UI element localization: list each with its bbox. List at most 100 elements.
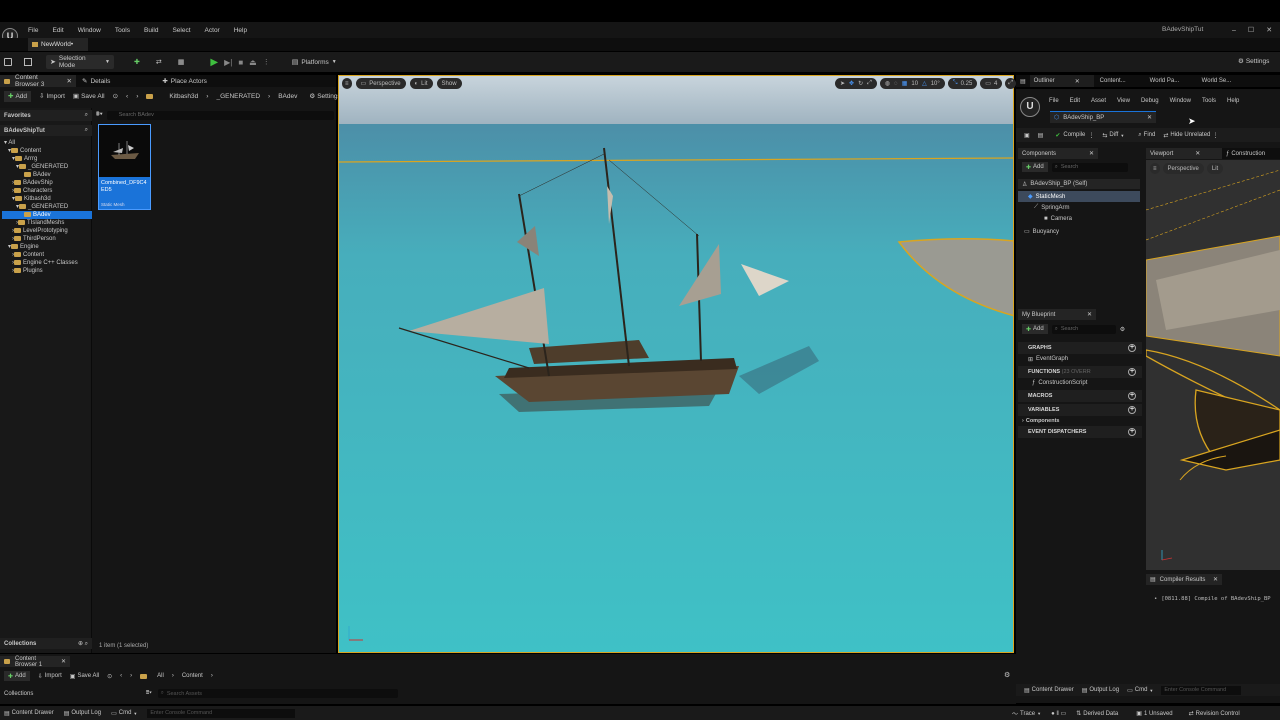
blueprint-icon[interactable]: ⇄ (156, 58, 162, 66)
add-component-button[interactable]: ✚ Add (1022, 162, 1048, 172)
save-icon[interactable] (4, 58, 12, 66)
save-icon[interactable]: ▣ (1024, 132, 1030, 139)
hide-unrelated-button[interactable]: ⇄ Hide Unrelated ⋮ (1163, 132, 1218, 139)
bp-logo[interactable]: U (1020, 97, 1040, 117)
section-variables[interactable]: VARIABLES + (1018, 404, 1142, 416)
tab-world-settings[interactable]: World Se... (1196, 78, 1244, 84)
close-icon[interactable]: ✕ (61, 658, 66, 665)
tab-viewport[interactable]: Viewport ✕ (1146, 148, 1222, 159)
asset-tile[interactable]: Combined_DF9C4ED5 Static Mesh (98, 124, 151, 210)
cinematics-icon[interactable]: ▦ (178, 58, 185, 66)
content-drawer-button[interactable]: ▤ Content Drawer (4, 710, 54, 717)
tree-item[interactable]: ▾ Kitbash3d (2, 195, 92, 203)
close-icon[interactable]: ✕ (1147, 114, 1152, 121)
member-search[interactable]: ⌕ Search (1051, 324, 1116, 334)
asset-search-input[interactable]: ⌕ Search Assets (157, 689, 398, 698)
tab-outliner[interactable]: Outliner ✕ (1029, 75, 1094, 87)
trace-button[interactable]: 〜 Trace ▼ (1012, 709, 1041, 719)
settings-button[interactable]: ⚙ Settings (1238, 57, 1269, 66)
compile-button[interactable]: ✔ Compile ⋮ (1055, 132, 1094, 139)
rotation-snap-value[interactable]: 10° (931, 81, 940, 87)
more-icon[interactable]: ⋮ (263, 58, 270, 66)
components-tab[interactable]: Components ✕ (1018, 148, 1098, 159)
browse-icon[interactable]: ▤ (1038, 132, 1044, 139)
bp-cmd-button[interactable]: ▭ Cmd ▼ (1127, 687, 1153, 694)
component-item-self[interactable]: ♙ BAdevShip_BP (Self) (1018, 179, 1140, 189)
eject-icon[interactable]: ⏏ (249, 58, 257, 67)
diff-button[interactable]: ⇆ Diff ▼ (1102, 132, 1124, 139)
menu-item[interactable]: File (28, 27, 38, 34)
search-icon[interactable]: ⌕ (85, 112, 88, 119)
menu-item[interactable]: Edit (52, 27, 63, 34)
unsaved-button[interactable]: ▣ 1 Unsaved (1136, 710, 1172, 718)
grid-snap-value[interactable]: 10 (911, 81, 918, 87)
add-button[interactable]: ✚ Add (4, 90, 32, 102)
scale-tool-icon[interactable]: ⤢ (867, 80, 872, 87)
rotate-tool-icon[interactable]: ↻ (858, 80, 863, 87)
selection-mode-button[interactable]: ➤ Selection Mode ▼ (46, 55, 114, 69)
add-button[interactable]: ✚ Add (4, 671, 30, 681)
cb1-settings-icon[interactable]: ⚙ (1004, 671, 1010, 679)
add-icon[interactable]: + (1128, 406, 1136, 414)
add-icon[interactable]: + (1128, 368, 1136, 376)
component-item-springarm[interactable]: ⟋ SpringArm (1018, 202, 1140, 213)
select-tool-icon[interactable]: ➤ (840, 80, 845, 87)
browse-icon[interactable] (24, 58, 32, 66)
breadcrumb-item[interactable]: _GENERATED (216, 93, 260, 100)
menu-item[interactable]: Actor (205, 27, 220, 34)
close-icon[interactable]: ✕ (1089, 150, 1094, 157)
menu-item[interactable]: Select (172, 27, 190, 34)
tree-item[interactable]: ▾ Content (2, 147, 92, 155)
menu-item[interactable]: Edit (1070, 98, 1080, 104)
derived-data-button[interactable]: ⇅ Derived Data (1076, 710, 1118, 718)
step-icon[interactable]: ▶| (224, 58, 232, 67)
play-icon[interactable]: ▶ (210, 57, 218, 68)
close-icon[interactable]: ✕ (1195, 150, 1200, 157)
filter-icon[interactable]: ⩩▾ (146, 690, 152, 697)
menu-item[interactable]: Window (78, 27, 101, 34)
scale-snap[interactable]: ⤡ 0.25 (947, 78, 978, 89)
cmd-button[interactable]: ▭ Cmd ▼ (111, 710, 137, 717)
breadcrumb-item[interactable]: BAdev (278, 93, 297, 100)
tree-item[interactable]: BAdev (2, 171, 92, 179)
tree-item[interactable]: › LevelPrototyping (2, 227, 92, 235)
breadcrumb-item[interactable]: All (157, 673, 164, 679)
grid-snap-icon[interactable]: ▦ (902, 80, 908, 87)
bp-asset-tab[interactable]: ⬡ BAdevShip_BP ✕ (1050, 111, 1156, 123)
menu-item[interactable]: Asset (1091, 98, 1106, 104)
bp-lit-button[interactable]: Lit (1206, 163, 1224, 174)
component-item-staticmesh[interactable]: ◆ StaticMesh (1018, 191, 1140, 202)
tree-item[interactable]: › BAdevShip (2, 179, 92, 187)
close-icon[interactable]: ✕ (1213, 576, 1218, 583)
history-icon[interactable]: ⊙ (107, 673, 112, 680)
tab-world-partition[interactable]: World Pa... (1144, 78, 1196, 84)
surface-snap-icon[interactable]: ◌ (894, 81, 898, 87)
section-graphs[interactable]: GRAPHS + (1018, 342, 1142, 354)
add-collection-icon[interactable]: ⊕ ⌕ (78, 640, 88, 648)
platforms-button[interactable]: ▤ Platforms ▼ (288, 55, 341, 69)
menu-item[interactable]: Tools (1202, 98, 1216, 104)
menu-item[interactable]: Tools (115, 27, 130, 34)
hamburger-icon[interactable]: ≡ (342, 78, 352, 89)
minimize-icon[interactable]: – (1232, 27, 1236, 34)
section-functions[interactable]: FUNCTIONS (23 OVERR + (1018, 366, 1142, 378)
gear-icon[interactable]: ⚙ (1120, 326, 1125, 333)
tree-item[interactable]: › ThirdPerson (2, 235, 92, 243)
menu-item[interactable]: View (1117, 98, 1130, 104)
level-tab[interactable]: NewWorld• (28, 38, 88, 51)
world-icon[interactable]: ◍ (885, 80, 890, 87)
maximize-viewport-icon[interactable]: ⤢ (1005, 78, 1017, 89)
stop-icon[interactable]: ■ (238, 58, 243, 67)
back-icon[interactable]: ‹ (126, 93, 128, 100)
bp-viewport[interactable] (1146, 160, 1280, 570)
trace-controls-icon[interactable]: ● ‖ ▭ (1051, 710, 1066, 717)
bp-console-input[interactable]: Enter Console Command (1161, 685, 1242, 695)
close-icon[interactable]: ✕ (67, 77, 72, 85)
collections-label[interactable]: Collections (4, 691, 140, 697)
my-blueprint-tab[interactable]: My Blueprint ✕ (1018, 309, 1096, 320)
transform-tools[interactable]: ➤ ✥ ↻ ⤢ (835, 78, 877, 89)
tab-place-actors[interactable]: ✚ Place Actors (156, 77, 213, 86)
back-icon[interactable]: ‹ (120, 673, 122, 679)
tree-item[interactable]: ▾ Engine (2, 243, 92, 251)
add-icon[interactable]: + (1128, 392, 1136, 400)
